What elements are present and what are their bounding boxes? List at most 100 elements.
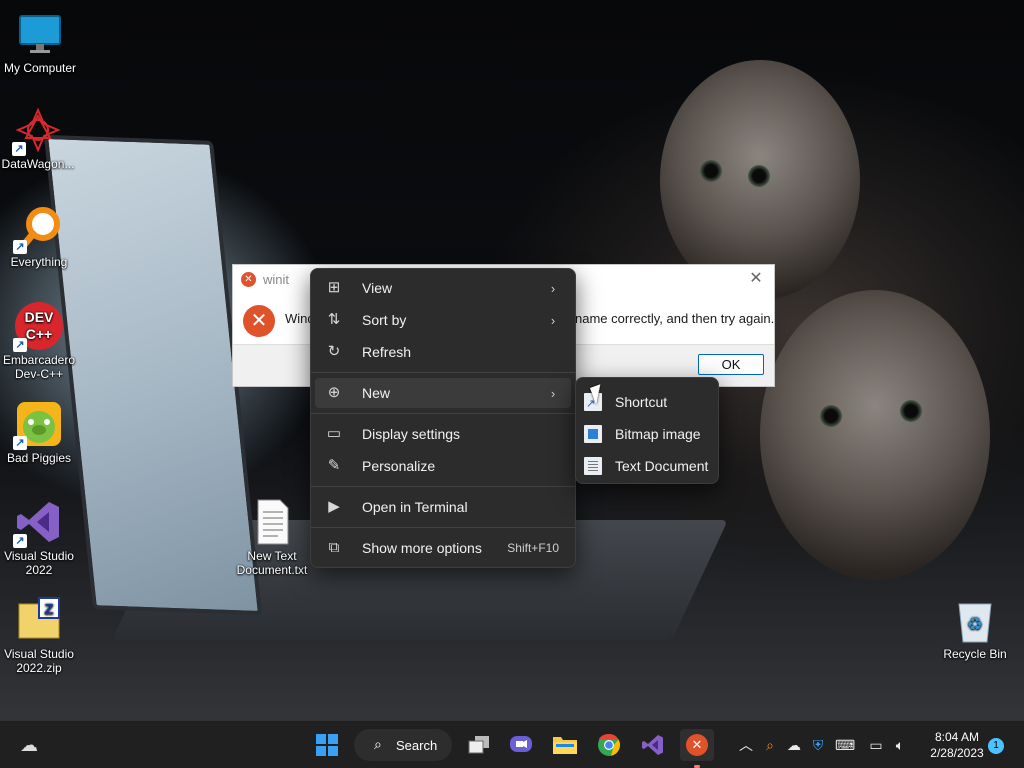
- chrome-icon: [598, 733, 620, 756]
- desktop-icon-recycle-bin[interactable]: ♻ Recycle Bin: [935, 596, 1015, 661]
- network-tray-icon[interactable]: ▭: [866, 735, 886, 755]
- recycle-bin-icon: ♻: [951, 596, 999, 644]
- menu-item-label: New: [362, 385, 391, 401]
- desktop-icon-bad-piggies[interactable]: ↗ Bad Piggies: [0, 400, 79, 465]
- winit-error-app-button[interactable]: ✕: [680, 729, 714, 761]
- desktop-icon-label: Recycle Bin: [943, 647, 1007, 661]
- submenu-item-label: Shortcut: [615, 394, 668, 410]
- desktop-icon-label: Visual Studio 2022: [4, 549, 74, 577]
- chrome-button[interactable]: [592, 729, 626, 761]
- dialog-title: winit: [263, 272, 290, 287]
- desktop-icon-datawagon[interactable]: ↗ DataWagon...: [0, 106, 78, 171]
- clock-date: 2/28/2023: [930, 746, 984, 760]
- text-document-icon: [584, 457, 602, 475]
- menu-separator: [311, 527, 575, 528]
- search-icon: ⌕: [374, 736, 382, 752]
- desktop-icon-label: New Text Document.txt: [236, 549, 308, 577]
- magnifier-icon: ↗: [13, 204, 63, 254]
- keyboard-tray-icon[interactable]: ⌨: [835, 735, 855, 755]
- chat-icon: [510, 736, 532, 752]
- submenu-item-label: Text Document: [615, 458, 709, 474]
- view-grid-icon: ⊞: [327, 279, 341, 296]
- dialog-close-button[interactable]: ✕: [746, 269, 766, 289]
- monitor-icon: [16, 10, 64, 58]
- bad-piggies-icon: ↗: [13, 400, 63, 450]
- menu-item-sort-by[interactable]: ⇅ Sort by ›: [315, 305, 571, 335]
- taskbar: ☁ ⌕ Search ✕ ︿ ⌕ ☁ ⛨ ⌨ ▭ 🔈︎ 8:04 AM 2/28…: [0, 720, 1024, 768]
- show-hidden-icons-button[interactable]: ︿: [736, 735, 756, 755]
- task-view-button[interactable]: [462, 729, 496, 761]
- menu-separator: [311, 486, 575, 487]
- taskbar-search-button[interactable]: ⌕ Search: [354, 729, 452, 761]
- menu-item-display-settings[interactable]: ▭ Display settings: [315, 419, 571, 449]
- weather-widget-button[interactable]: ☁: [12, 729, 46, 761]
- zip-archive-icon: Z: [15, 596, 63, 644]
- clock-time: 8:04 AM: [934, 730, 980, 744]
- new-plus-icon: ⊕: [327, 384, 341, 401]
- chat-button[interactable]: [504, 729, 538, 761]
- chevron-right-icon: ›: [550, 280, 556, 296]
- start-button[interactable]: [310, 729, 344, 761]
- dialog-title-error-icon: ✕: [241, 272, 256, 287]
- notification-badge[interactable]: 1: [988, 738, 1004, 754]
- desktop-icon-label: Visual Studio 2022.zip: [4, 647, 74, 675]
- ok-button[interactable]: OK: [698, 354, 764, 375]
- desktop-icon-devcpp[interactable]: DEV C++ ↗ Embarcadero Dev-C++: [0, 302, 79, 381]
- folder-icon: [553, 737, 577, 754]
- terminal-icon: ▶: [328, 498, 340, 515]
- wallpaper-cat-bottom: [760, 290, 990, 580]
- cloud-sync-tray-icon[interactable]: ☁: [784, 735, 804, 755]
- menu-item-open-in-terminal[interactable]: ▶ Open in Terminal: [315, 492, 571, 522]
- security-shield-tray-icon[interactable]: ⛨: [808, 735, 828, 755]
- shortcut-arrow-icon: ↗: [13, 436, 27, 450]
- more-options-icon: ⧉: [328, 539, 340, 556]
- text-file-icon: [248, 498, 296, 546]
- sort-icon: ⇅: [327, 311, 341, 328]
- desktop-icon-everything[interactable]: ↗ Everything: [0, 204, 79, 269]
- shortcut-arrow-icon: ↗: [13, 338, 27, 352]
- shortcut-arrow-icon: ↗: [13, 534, 27, 548]
- desktop-icon-visual-studio[interactable]: ↗ Visual Studio 2022: [0, 498, 79, 577]
- submenu-item-label: Bitmap image: [615, 426, 701, 442]
- volume-tray-icon[interactable]: 🔈︎: [890, 735, 910, 755]
- refresh-icon: ↻: [327, 343, 341, 360]
- menu-item-label: Open in Terminal: [362, 499, 468, 515]
- menu-item-new[interactable]: ⊕ New ›: [315, 378, 571, 408]
- desktop-context-menu: ⊞ View › ⇅ Sort by › ↻ Refresh ⊕ New › ▭…: [310, 268, 576, 568]
- menu-item-label: Personalize: [362, 458, 436, 474]
- taskbar-clock[interactable]: 8:04 AM 2/28/2023: [920, 729, 994, 761]
- chevron-right-icon: ›: [550, 385, 556, 401]
- desktop-icon-label: My Computer: [3, 61, 77, 75]
- file-explorer-button[interactable]: [548, 729, 582, 761]
- datawagon-icon: ↗: [12, 106, 62, 156]
- visual-studio-icon: ↗: [13, 498, 63, 548]
- menu-item-label: Display settings: [362, 426, 461, 442]
- everything-tray-icon[interactable]: ⌕: [760, 735, 780, 755]
- search-label: Search: [396, 737, 438, 753]
- desktop-icon-label: Bad Piggies: [6, 451, 72, 465]
- menu-item-view[interactable]: ⊞ View ›: [315, 273, 571, 303]
- shortcut-arrow-icon: ↗: [13, 240, 27, 254]
- menu-item-label: Refresh: [362, 344, 412, 360]
- menu-item-refresh[interactable]: ↻ Refresh: [315, 337, 571, 367]
- error-icon: ✕: [243, 305, 275, 337]
- menu-item-show-more-options[interactable]: ⧉ Show more options Shift+F10: [315, 533, 571, 563]
- dialog-message-end: name correctly, and then try again.: [575, 311, 775, 326]
- desktop-icon-visual-studio-zip[interactable]: Z Visual Studio 2022.zip: [0, 596, 79, 675]
- svg-text:♻: ♻: [967, 614, 983, 635]
- menu-item-personalize[interactable]: ✎ Personalize: [315, 451, 571, 481]
- submenu-item-bitmap-image[interactable]: Bitmap image: [580, 419, 714, 449]
- submenu-item-text-document[interactable]: Text Document: [580, 451, 714, 481]
- svg-text:Z: Z: [44, 601, 53, 618]
- devcpp-icon: DEV C++ ↗: [13, 302, 63, 352]
- bitmap-icon: [584, 425, 602, 443]
- menu-separator: [311, 413, 575, 414]
- desktop-icon-label: DataWagon...: [1, 157, 75, 171]
- task-view-icon: [468, 736, 489, 754]
- desktop-icon-my-computer[interactable]: My Computer: [0, 10, 80, 75]
- menu-item-shortcut: Shift+F10: [507, 541, 559, 555]
- visual-studio-button[interactable]: [636, 729, 670, 761]
- chevron-right-icon: ›: [550, 312, 556, 328]
- windows-logo-icon: [316, 734, 338, 756]
- desktop-icon-new-text-document[interactable]: New Text Document.txt: [232, 498, 312, 577]
